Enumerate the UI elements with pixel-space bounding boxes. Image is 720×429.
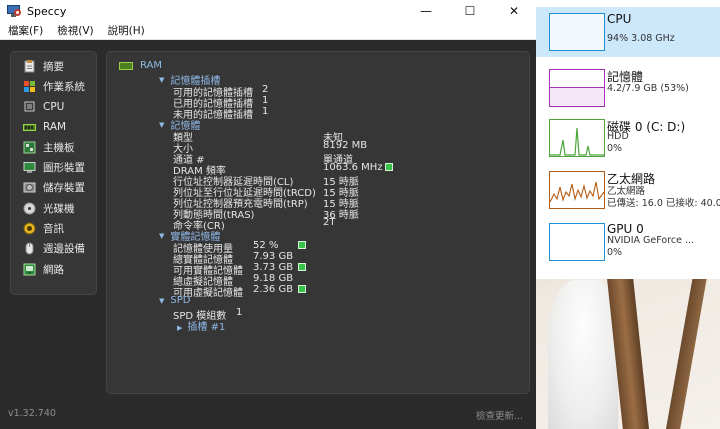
total-physical-value: 7.93 GB — [253, 251, 294, 262]
perf-item-cpu[interactable]: CPU 94% 3.08 GHz — [536, 7, 720, 57]
check-updates-link[interactable]: 檢查更新... — [476, 408, 523, 422]
nav-label: 網路 — [43, 263, 64, 276]
collapse-triangle-icon: ▼ — [159, 120, 165, 129]
nav-item-optical[interactable]: 光碟機 — [11, 198, 96, 218]
dram-frequency-value: 1063.6 MHz — [323, 162, 383, 173]
window-title: Speccy — [27, 4, 67, 18]
perf-detail: HDD — [607, 131, 629, 142]
slots-used-value: 1 — [262, 95, 269, 106]
nav-label: 週邊設備 — [43, 243, 85, 256]
command-rate-value: 2T — [323, 217, 336, 228]
nav-label: RAM — [43, 121, 67, 134]
ram-title: RAM — [140, 60, 163, 71]
windows-icon — [23, 80, 36, 93]
perf-item-disk[interactable]: 磁碟 0 (C: D:) HDD 0% — [536, 113, 720, 163]
nav-label: 儲存裝置 — [43, 182, 85, 195]
task-manager-sidebar: CPU 94% 3.08 GHz 記憶體 4.2/7.9 GB (53%) 磁碟… — [536, 0, 720, 279]
category-nav: 摘要 作業系統 CPU RAM 主機板 圖形裝置 儲存裝置 光碟機 音訊 週邊設… — [10, 51, 97, 295]
speccy-window: Speccy — ☐ ✕ 檔案(F) 檢視(V) 說明(H) 摘要 作業系統 C… — [0, 0, 536, 429]
clipboard-icon — [23, 59, 36, 73]
perf-detail-2: 0% — [607, 143, 623, 154]
perf-detail: 4.2/7.9 GB (53%) — [607, 83, 689, 94]
mouse-icon — [23, 242, 36, 255]
cpu-icon — [23, 100, 36, 113]
perf-detail-2: 0% — [607, 247, 623, 258]
maximize-button[interactable]: ☐ — [448, 0, 492, 22]
version-label: v1.32.740 — [8, 408, 56, 419]
menu-view[interactable]: 檢視(V) — [57, 23, 93, 38]
perf-name: CPU — [607, 12, 632, 26]
memory-usage-graph-button[interactable] — [298, 241, 306, 249]
collapse-triangle-icon: ▼ — [159, 231, 165, 240]
nav-label: 光碟機 — [43, 202, 75, 215]
menu-help[interactable]: 說明(H) — [108, 23, 145, 38]
perf-detail: 94% 3.08 GHz — [607, 33, 675, 44]
collapse-triangle-icon: ▼ — [159, 75, 165, 84]
nav-label: CPU — [43, 100, 65, 113]
gpu-graph — [549, 223, 605, 261]
collapse-triangle-icon: ▼ — [159, 296, 165, 305]
window-controls: — ☐ ✕ — [404, 0, 536, 22]
nav-item-network[interactable]: 網路 — [11, 259, 96, 279]
nav-label: 作業系統 — [43, 80, 85, 93]
menu-bar: 檔案(F) 檢視(V) 說明(H) — [0, 22, 536, 40]
optical-disc-icon — [23, 202, 36, 215]
minimize-button[interactable]: — — [404, 0, 448, 22]
title-bar[interactable]: Speccy — ☐ ✕ — [0, 0, 536, 22]
nav-item-motherboard[interactable]: 主機板 — [11, 137, 96, 157]
nav-item-ram[interactable]: RAM — [11, 117, 96, 137]
nav-item-storage[interactable]: 儲存裝置 — [11, 178, 96, 198]
details-panel: RAM ▼ 記憶體插槽 可用的記憶體插槽 2 已用的記憶體插槽 1 未用的記憶體… — [106, 51, 530, 394]
total-virtual-value: 9.18 GB — [253, 273, 294, 284]
frequency-graph-button[interactable] — [385, 163, 393, 171]
section-header-ram: RAM — [119, 60, 162, 71]
harddisk-icon — [23, 181, 36, 194]
spd-title: SPD — [170, 295, 191, 306]
slots-free-value: 1 — [262, 106, 269, 117]
ram-icon — [23, 121, 36, 134]
memory-graph — [549, 69, 605, 107]
nav-item-graphics[interactable]: 圖形裝置 — [11, 157, 96, 177]
perf-name: GPU 0 — [607, 222, 644, 236]
expand-triangle-icon: ▶ — [177, 324, 183, 332]
spd-slot-1-label: 插槽 #1 — [187, 322, 226, 333]
memory-size-value: 8192 MB — [323, 140, 368, 151]
nav-item-os[interactable]: 作業系統 — [11, 76, 96, 96]
speaker-icon — [23, 222, 36, 235]
nav-label: 主機板 — [43, 141, 75, 154]
available-physical-value: 3.73 GB — [253, 262, 294, 273]
speccy-app-icon — [7, 4, 21, 18]
cpu-graph — [549, 13, 605, 51]
available-virtual-value: 2.36 GB — [253, 284, 294, 295]
nav-item-cpu[interactable]: CPU — [11, 97, 96, 117]
nav-label: 摘要 — [43, 60, 64, 73]
ethernet-graph — [549, 171, 605, 209]
nav-item-peripherals[interactable]: 週邊設備 — [11, 239, 96, 259]
available-physical-graph-button[interactable] — [298, 263, 306, 271]
wallpaper-cloth — [548, 280, 618, 429]
menu-file[interactable]: 檔案(F) — [8, 23, 43, 38]
ram-icon — [119, 61, 133, 70]
nav-item-summary[interactable]: 摘要 — [11, 56, 96, 76]
nav-label: 音訊 — [43, 223, 64, 236]
nav-item-audio[interactable]: 音訊 — [11, 218, 96, 238]
motherboard-icon — [23, 141, 36, 154]
monitor-icon — [23, 161, 36, 174]
perf-detail: NVIDIA GeForce ... — [607, 235, 695, 246]
spd-module-count-value: 1 — [236, 307, 243, 318]
nav-label: 圖形裝置 — [43, 162, 85, 175]
perf-item-ethernet[interactable]: 乙太網路 乙太網路 已傳送: 16.0 已接收: 40.0 — [536, 165, 720, 215]
close-button[interactable]: ✕ — [492, 0, 536, 22]
spd-header[interactable]: ▼ SPD — [159, 295, 190, 306]
perf-item-gpu[interactable]: GPU 0 NVIDIA GeForce ... 0% — [536, 217, 720, 267]
slots-available-value: 2 — [262, 84, 269, 95]
memory-usage-value: 52 % — [253, 240, 279, 251]
spd-slot-1-item[interactable]: ▶ 插槽 #1 — [177, 318, 225, 333]
available-virtual-graph-button[interactable] — [298, 285, 306, 293]
network-icon — [23, 263, 36, 276]
memory-graph-fill — [550, 86, 604, 106]
perf-item-memory[interactable]: 記憶體 4.2/7.9 GB (53%) — [536, 63, 720, 113]
perf-detail-2: 已傳送: 16.0 已接收: 40.0 — [607, 198, 720, 209]
disk-graph — [549, 119, 605, 157]
